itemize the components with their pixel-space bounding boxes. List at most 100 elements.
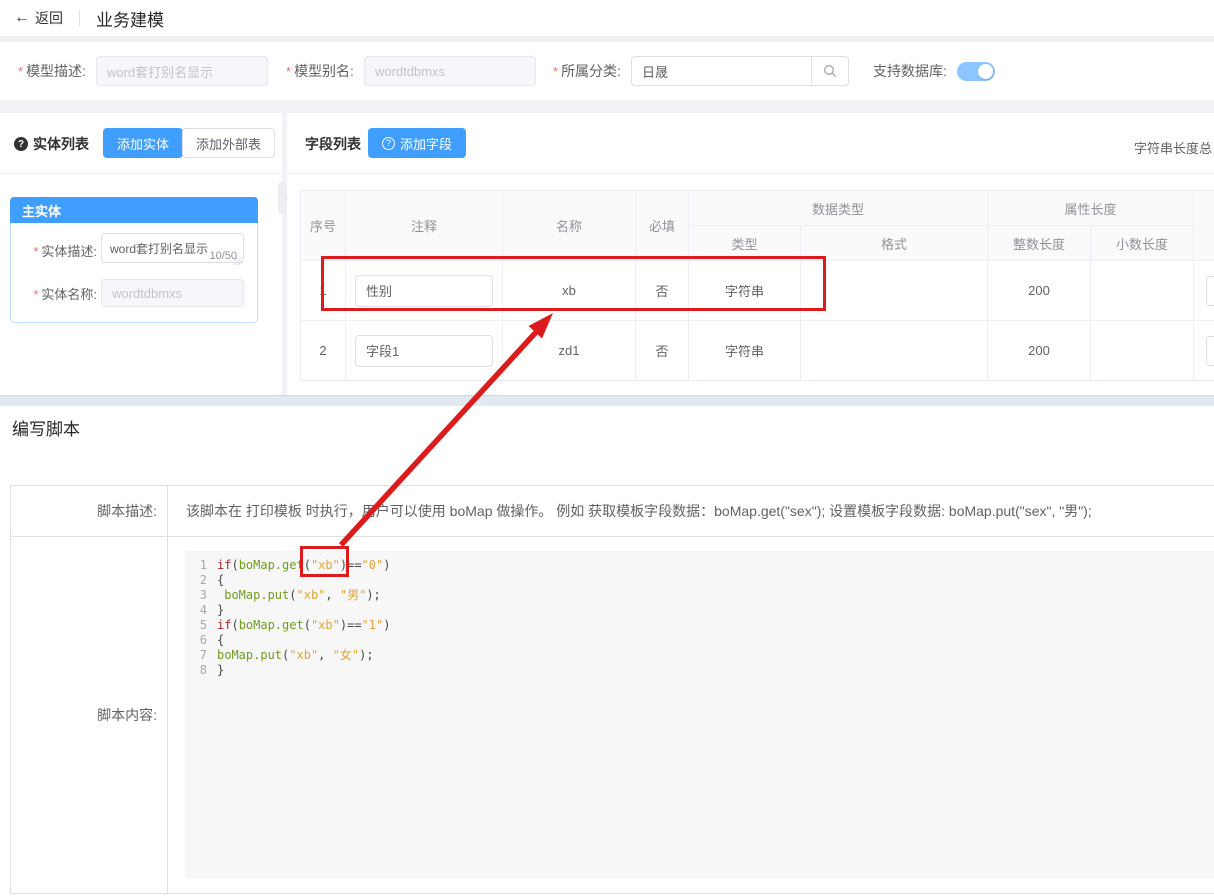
main-entity-card-body: *实体描述: 10/50 *实体名称: <box>10 223 258 323</box>
add-field-button-label: 添加字段 <box>400 134 452 153</box>
required-asterisk: * <box>33 244 38 259</box>
model-alias-input[interactable] <box>364 56 536 86</box>
row-action-button[interactable] <box>1206 276 1214 306</box>
required-asterisk: * <box>553 64 558 79</box>
entity-name-label: *实体名称: <box>11 284 97 303</box>
field-table: 序号 注释 名称 必填 数据类型 属性长度 类型 格式 整数长度 小数长度 1 x… <box>300 190 1214 381</box>
code-line: 5if(boMap.get("xb")=="1") <box>185 618 1214 633</box>
required-asterisk: * <box>33 287 38 302</box>
divider <box>287 173 1214 174</box>
type-cell: 字符串 <box>689 321 801 381</box>
back-label: 返回 <box>35 8 63 28</box>
required-cell: 否 <box>636 321 689 381</box>
page-title: 业务建模 <box>96 6 164 31</box>
line-number: 3 <box>185 588 207 603</box>
add-entity-button[interactable]: 添加实体 <box>103 128 183 158</box>
col-header-format: 格式 <box>801 226 988 261</box>
model-desc-label: 模型描述: <box>26 61 86 81</box>
code-line: 4} <box>185 603 1214 618</box>
field-list-panel: 字段列表 ? 添加字段 字符串长度总 序号 注释 名称 必填 数据类型 属性长度 <box>287 113 1214 395</box>
comment-input[interactable] <box>355 275 493 307</box>
entity-name-input[interactable] <box>101 279 244 307</box>
format-cell <box>801 261 988 321</box>
code-line: 7boMap.put("xb", "女"); <box>185 648 1214 663</box>
col-header-dec-length: 小数长度 <box>1091 226 1194 261</box>
char-counter: 10/50 <box>209 250 237 262</box>
row-action-button[interactable] <box>1206 336 1214 366</box>
search-icon <box>823 64 837 78</box>
col-header-index: 序号 <box>301 191 346 261</box>
category-search-button[interactable] <box>811 56 849 86</box>
col-header-name: 名称 <box>503 191 636 261</box>
entity-name-row: *实体名称: <box>11 279 257 307</box>
col-header-type: 类型 <box>689 226 801 261</box>
code-line: 3 boMap.put("xb", "男"); <box>185 588 1214 603</box>
comment-cell <box>346 321 503 381</box>
script-content-label: 脚本内容: <box>11 537 168 894</box>
code-editor[interactable]: 1if(boMap.get("xb")=="0")2{3 boMap.put("… <box>185 551 1214 879</box>
main-entity-card-header: 主实体 <box>10 197 258 223</box>
name-cell: xb <box>503 261 636 321</box>
section-divider <box>0 395 1214 406</box>
entity-list-title-text: 实体列表 <box>33 134 89 154</box>
line-number: 8 <box>185 663 207 678</box>
model-alias-field-group: * 模型别名: <box>286 55 536 87</box>
field-list-title-text: 字段列表 <box>305 134 361 154</box>
code-line: 6{ <box>185 633 1214 648</box>
comment-cell <box>346 261 503 321</box>
resize-handle-icon[interactable] <box>234 257 242 265</box>
script-section-title: 编写脚本 <box>12 415 80 440</box>
required-asterisk: * <box>286 64 291 79</box>
col-header-comment: 注释 <box>346 191 503 261</box>
line-number: 1 <box>185 558 207 573</box>
code-line: 8} <box>185 663 1214 678</box>
entity-list-title: ? 实体列表 <box>14 134 89 154</box>
int-length-cell: 200 <box>988 261 1091 321</box>
script-desc-label: 脚本描述: <box>11 486 168 537</box>
model-desc-input[interactable] <box>96 56 268 86</box>
int-length-cell: 200 <box>988 321 1091 381</box>
required-asterisk: * <box>18 64 23 79</box>
db-toggle-label: 支持数据库: <box>873 61 947 81</box>
question-circle-icon: ? <box>382 137 395 150</box>
col-header-datatype-group: 数据类型 <box>689 191 988 226</box>
col-header-required: 必填 <box>636 191 689 261</box>
main-entity-card: 主实体 *实体描述: 10/50 *实体名称: <box>10 197 258 323</box>
model-form: * 模型描述: * 模型别名: * 所属分类: 支持数据库: <box>0 42 1214 100</box>
db-support-toggle[interactable] <box>957 62 995 81</box>
add-field-button[interactable]: ? 添加字段 <box>368 128 466 158</box>
entity-list-panel: ? 实体列表 添加实体 添加外部表 主实体 *实体描述: 10/50 *实体名称… <box>0 113 282 395</box>
comment-input[interactable] <box>355 335 493 367</box>
back-button[interactable]: ← 返回 <box>14 8 63 28</box>
db-toggle-group: 支持数据库: <box>873 55 995 87</box>
string-length-note: 字符串长度总 <box>1134 138 1212 157</box>
col-header-int-length: 整数长度 <box>988 226 1091 261</box>
code-line: 2{ <box>185 573 1214 588</box>
help-icon: ? <box>14 137 28 151</box>
index-cell: 1 <box>301 261 346 321</box>
add-external-table-button[interactable]: 添加外部表 <box>182 128 275 158</box>
field-list-title: 字段列表 <box>305 134 361 154</box>
line-number: 2 <box>185 573 207 588</box>
script-content-cell: 1if(boMap.get("xb")=="0")2{3 boMap.put("… <box>168 537 1214 894</box>
index-cell: 2 <box>301 321 346 381</box>
table-row: 2zd1否字符串200 <box>301 321 1214 381</box>
divider <box>0 173 282 174</box>
model-alias-label: 模型别名: <box>294 61 354 81</box>
page: ← 返回 业务建模 * 模型描述: * 模型别名: * 所属分类: <box>0 0 1214 896</box>
background-gap <box>0 100 1214 113</box>
line-number: 6 <box>185 633 207 648</box>
model-desc-field-group: * 模型描述: <box>18 55 268 87</box>
back-arrow-icon: ← <box>14 10 30 26</box>
dec-length-cell <box>1091 261 1194 321</box>
category-label: 所属分类: <box>561 61 621 81</box>
category-input[interactable] <box>631 56 811 86</box>
actions-cell <box>1194 261 1214 321</box>
dec-length-cell <box>1091 321 1194 381</box>
topbar: ← 返回 业务建模 <box>0 0 1214 37</box>
col-header-length-group: 属性长度 <box>988 191 1194 226</box>
category-field-group: * 所属分类: <box>553 55 849 87</box>
divider <box>79 10 80 26</box>
toggle-knob <box>978 64 993 79</box>
entity-desc-row: *实体描述: 10/50 <box>11 233 257 268</box>
